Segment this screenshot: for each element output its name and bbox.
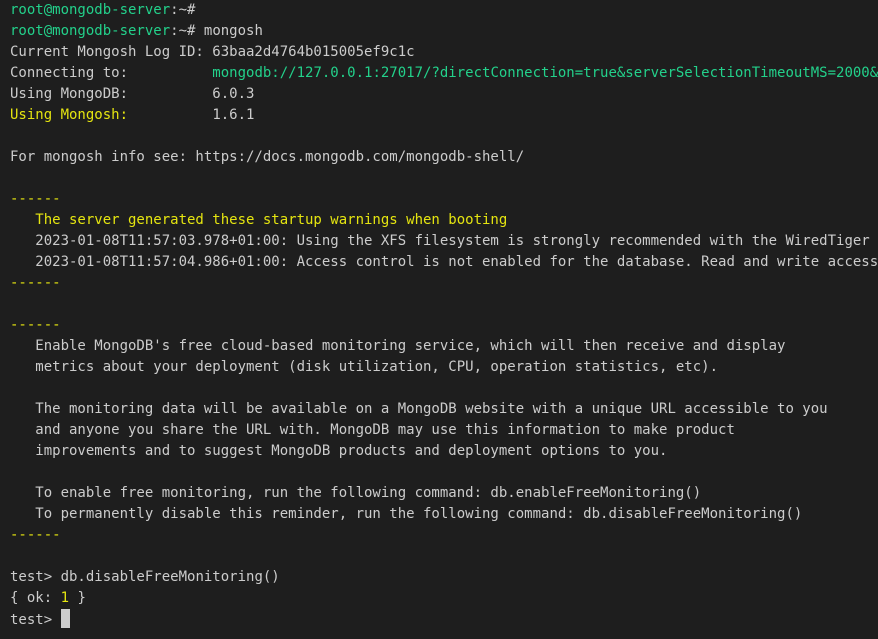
info-line: For mongosh info see: https://docs.mongo… — [10, 149, 525, 165]
prompt-line-1: root@mongodb-server:~# — [10, 0, 878, 21]
log-id-line: Current Mongosh Log ID: 63baa2d4764b0150… — [10, 44, 415, 60]
terminal-window[interactable]: root@mongodb-server:~# root@mongodb-serv… — [0, 0, 878, 639]
mongosh-version-line: Using Mongosh: 1.6.1 — [10, 105, 878, 126]
shell-prompt: test> — [10, 612, 61, 628]
command-text: mongosh — [203, 23, 263, 39]
monitoring-line: improvements and to suggest MongoDB prod… — [10, 443, 668, 459]
monitoring-line: metrics about your deployment (disk util… — [10, 359, 719, 375]
warnings-title: The server generated these startup warni… — [10, 212, 508, 228]
cursor-block[interactable] — [60, 609, 70, 628]
monitoring-line: Enable MongoDB's free cloud-based monito… — [10, 338, 786, 354]
mongosh-value: 1.6.1 — [212, 107, 255, 123]
shell-command: db.disableFreeMonitoring() — [60, 569, 280, 585]
result-open: { ok: — [10, 590, 61, 606]
monitoring-line: and anyone you share the URL with. Mongo… — [10, 422, 735, 438]
separator: ------ — [10, 527, 61, 543]
result-value: 1 — [60, 590, 70, 606]
prompt-host: root@mongodb-server — [10, 23, 171, 39]
result-close: } — [69, 590, 86, 606]
warning-line: 2023-01-08T11:57:04.986+01:00: Access co… — [35, 254, 878, 270]
mongosh-label: Using Mongosh: — [10, 107, 129, 123]
mongodb-version-line: Using MongoDB: 6.0.3 — [10, 84, 878, 105]
active-prompt-line[interactable]: test> — [10, 609, 878, 630]
connecting-value: mongodb://127.0.0.1:27017/?directConnect… — [212, 65, 878, 81]
mongodb-label: Using MongoDB: — [10, 86, 213, 102]
mongosh-pad — [128, 107, 212, 123]
monitoring-line: To permanently disable this reminder, ru… — [10, 506, 803, 522]
prompt-host: root@mongodb-server — [10, 2, 171, 18]
separator: ------ — [10, 317, 61, 333]
result-line: { ok: 1 } — [10, 588, 878, 609]
monitoring-line: The monitoring data will be available on… — [10, 401, 828, 417]
mongodb-value: 6.0.3 — [212, 86, 255, 102]
prompt-suffix: :~# — [170, 23, 196, 39]
connecting-line: Connecting to: mongodb://127.0.0.1:27017… — [10, 63, 878, 84]
shell-prompt: test> — [10, 569, 61, 585]
connecting-label: Connecting to: — [10, 65, 213, 81]
prompt-suffix: :~# — [170, 2, 196, 18]
warning-line: 2023-01-08T11:57:03.978+01:00: Using the… — [35, 233, 870, 249]
separator: ------ — [10, 191, 61, 207]
separator: ------ — [10, 275, 61, 291]
monitoring-line: To enable free monitoring, run the follo… — [10, 485, 702, 501]
shell-command-line: test> db.disableFreeMonitoring() — [10, 567, 878, 588]
prompt-line-2: root@mongodb-server:~# mongosh — [10, 21, 878, 42]
